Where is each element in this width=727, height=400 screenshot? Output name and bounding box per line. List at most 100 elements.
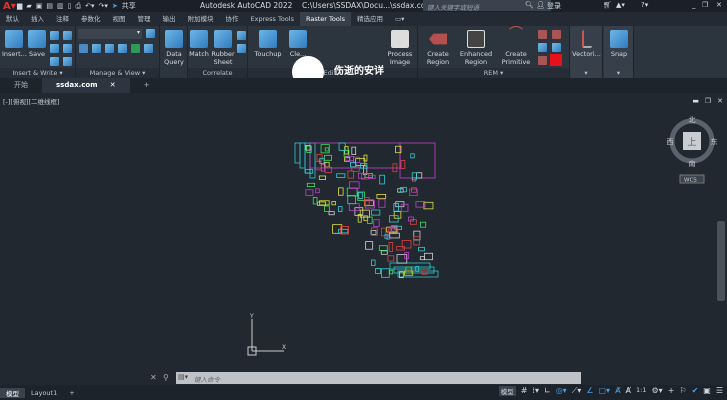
grid-icon[interactable]: #	[521, 386, 528, 396]
tab-featured-apps[interactable]: 精选应用	[351, 12, 389, 26]
customization-menu-icon[interactable]: ☰	[716, 386, 723, 396]
tab-addins[interactable]: 附加模块	[182, 12, 220, 26]
save-as-icon[interactable]: ▤	[46, 2, 53, 10]
tool-icon[interactable]	[63, 57, 72, 66]
isodraft-icon[interactable]: ⟋▾	[572, 386, 582, 396]
tab-collaborate[interactable]: 协作	[220, 12, 245, 26]
model-space-button[interactable]: 模型	[498, 386, 516, 396]
create-region-button[interactable]: Create Region	[422, 30, 454, 66]
data-query-button[interactable]: Data Query	[162, 30, 186, 66]
panel-expand-icon[interactable]: ▾	[604, 68, 633, 78]
create-primitive-button[interactable]: ⌒ Create Primitive	[500, 27, 532, 66]
web-mobile-icon[interactable]: ▥	[57, 2, 64, 10]
command-history-icon[interactable]: ▤▾	[178, 373, 188, 381]
tab-parametric[interactable]: 参数化	[75, 12, 107, 26]
add-layout-icon[interactable]: +	[63, 389, 80, 397]
doc-tab-start[interactable]: 开始	[0, 78, 42, 93]
floor-plan-drawing[interactable]	[290, 138, 440, 288]
customize-icon[interactable]: ⚲	[163, 373, 169, 382]
image-select-dropdown[interactable]: ▾	[78, 29, 142, 39]
viewcube[interactable]: 上 北 南 东 西 WCS	[664, 113, 724, 193]
close-command-icon[interactable]: ✕	[150, 373, 157, 382]
tool-icon[interactable]	[63, 31, 72, 40]
vectorize-button[interactable]: Vectori...	[571, 30, 602, 58]
new-icon[interactable]: ▆	[17, 2, 22, 10]
open-icon[interactable]: ▰	[26, 2, 31, 10]
mobile-icon[interactable]: ▯	[68, 2, 72, 10]
polar-tracking-icon[interactable]: ◎▾	[556, 386, 567, 396]
object-snap-tracking-icon[interactable]: ∠	[586, 386, 593, 396]
help-icon[interactable]: ?▾	[641, 1, 648, 9]
panel-label[interactable]: REM ▾	[418, 68, 569, 78]
view-label[interactable]: [-][俯视][二维线框]	[3, 96, 60, 106]
autodesk-app-icon[interactable]: ▲▾	[616, 1, 625, 9]
tool-icon[interactable]	[146, 29, 155, 38]
tab-manage[interactable]: 管理	[132, 12, 157, 26]
layout-tab-model[interactable]: 模型	[0, 387, 25, 398]
annotation-scale[interactable]: 1:1	[636, 386, 646, 396]
tool-icon[interactable]	[538, 56, 547, 65]
object-snap-icon[interactable]: ▢▾	[598, 386, 610, 396]
new-tab-button[interactable]: +	[130, 78, 164, 93]
auto-scale-icon[interactable]: Ⱥ	[626, 386, 631, 396]
insert-button[interactable]: Insert...	[2, 30, 27, 58]
workspace-gear-icon[interactable]: ⚙▾	[652, 386, 663, 396]
color-swatch[interactable]	[550, 54, 562, 66]
drawing-viewport[interactable]: [-][俯视][二维线框] ▬ ❐ ✕ 上 北 南 东 西 WCS YX	[0, 93, 727, 383]
tool-icon[interactable]	[105, 44, 114, 53]
close-icon[interactable]: ✕	[716, 1, 722, 9]
north-label[interactable]: 北	[689, 116, 696, 124]
tool-icon[interactable]	[538, 43, 547, 52]
autocad-logo-icon[interactable]: A▾	[3, 1, 17, 12]
layout-tab-layout1[interactable]: Layout1	[25, 389, 63, 397]
save-icon[interactable]: ▣	[36, 2, 43, 10]
redo-icon[interactable]: ↷▾	[99, 2, 108, 10]
print-icon[interactable]: ⎙	[76, 2, 82, 11]
tool-icon[interactable]	[50, 31, 59, 40]
command-input[interactable]: 键入命令	[176, 372, 581, 384]
fullscreen-icon[interactable]: ▣	[703, 386, 711, 396]
clean-button[interactable]: Cle...	[286, 30, 310, 58]
quick-properties-icon[interactable]: ✔	[692, 386, 699, 396]
panel-label[interactable]: Manage & View ▾	[76, 68, 159, 78]
ortho-icon[interactable]: ∟	[544, 386, 551, 396]
tab-output[interactable]: 输出	[157, 12, 182, 26]
rubber-sheet-button[interactable]: Rubber Sheet	[210, 30, 236, 66]
close-tab-icon[interactable]: ✕	[110, 81, 116, 89]
viewport-restore-icon[interactable]: ❐	[705, 97, 711, 105]
tool-icon[interactable]	[118, 44, 127, 53]
tool-icon[interactable]	[552, 30, 561, 39]
tab-express-tools[interactable]: Express Tools	[245, 12, 300, 26]
globe-icon[interactable]	[63, 44, 72, 53]
tab-view[interactable]: 视图	[107, 12, 132, 26]
tool-icon[interactable]	[50, 44, 59, 53]
tab-raster-tools[interactable]: Raster Tools	[299, 12, 352, 26]
tab-annotate[interactable]: 注释	[50, 12, 75, 26]
login-button[interactable]: 登录	[547, 1, 561, 11]
viewport-minimize-icon[interactable]: ▬	[692, 97, 699, 105]
user-icon[interactable]: 👤︎	[536, 1, 545, 9]
tool-icon[interactable]	[92, 44, 101, 53]
tool-icon[interactable]	[144, 44, 153, 53]
enhanced-region-button[interactable]: Enhanced Region	[458, 30, 494, 66]
touchup-button[interactable]: Touchup	[252, 30, 284, 58]
restore-icon[interactable]: ❐	[702, 1, 708, 9]
ribbon-toggle-icon[interactable]: ▭▾	[389, 12, 410, 26]
panel-expand-icon[interactable]: ▾	[570, 68, 602, 78]
units-icon[interactable]: ⚐	[679, 386, 686, 396]
south-label[interactable]: 南	[689, 159, 696, 168]
tool-icon[interactable]	[538, 30, 547, 39]
annotation-visibility-icon[interactable]: Ⱥ	[615, 386, 620, 396]
panel-label[interactable]: Edit ▾	[248, 68, 417, 78]
doc-tab-ssdax[interactable]: ssdax.com ✕	[42, 78, 130, 93]
minimize-icon[interactable]: _	[692, 1, 696, 9]
viewport-close-icon[interactable]: ✕	[717, 97, 723, 105]
cart-icon[interactable]: 🛒︎	[603, 1, 612, 9]
share-icon[interactable]: ➤	[112, 2, 118, 10]
tool-icon[interactable]	[50, 57, 59, 66]
tool-icon[interactable]	[131, 44, 140, 53]
tool-icon[interactable]	[552, 43, 561, 52]
share-label[interactable]: 共享	[122, 1, 136, 11]
tool-icon[interactable]	[237, 44, 246, 53]
search-icon[interactable]: 🔍︎	[525, 1, 534, 9]
